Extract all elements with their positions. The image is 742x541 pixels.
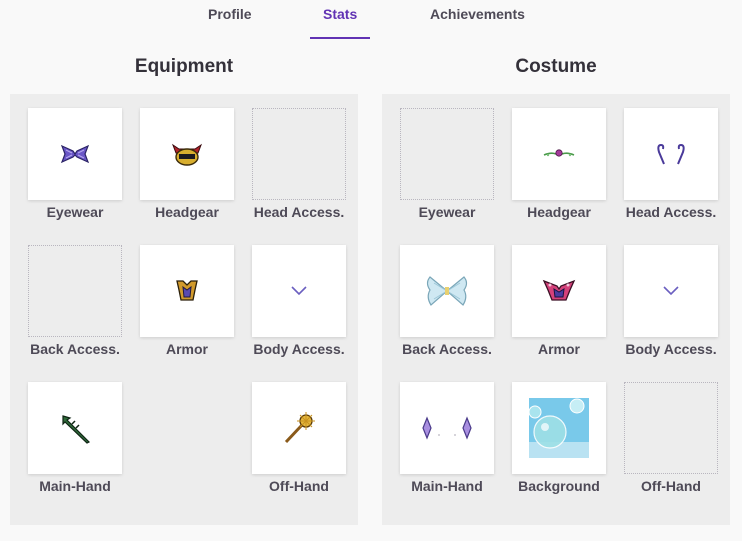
costume-label-head-access: Head Access.	[625, 204, 717, 220]
equipment-label-main-hand: Main-Hand	[39, 478, 111, 494]
costume-slot-eyewear[interactable]	[400, 108, 494, 200]
antennae-icon	[657, 143, 685, 165]
equipment-slot-headgear[interactable]	[140, 108, 234, 200]
costume-slot-back-access[interactable]	[400, 245, 494, 337]
costume-slot-off-hand[interactable]	[624, 382, 718, 474]
costume-label-armor: Armor	[537, 341, 580, 357]
costume-slot-background[interactable]	[512, 382, 606, 474]
costume-slot-head-access[interactable]	[624, 108, 718, 200]
equipment-label-armor: Armor	[165, 341, 208, 357]
tab-achievements[interactable]: Achievements	[430, 6, 525, 22]
equipment-title: Equipment	[134, 56, 234, 77]
gold-staff-icon	[284, 412, 315, 444]
costume-slot-armor[interactable]	[512, 245, 606, 337]
profile-tabs: Profile Stats Achievements	[0, 0, 742, 40]
equipment-slot-main-hand[interactable]	[28, 382, 122, 474]
flower-circlet-icon	[543, 149, 575, 157]
twin-crystals-icon	[422, 416, 472, 440]
costume-panel: Eyewear Headgear Head Access. Back Acces…	[382, 94, 730, 525]
green-spear-icon	[62, 415, 91, 444]
costume-label-main-hand: Main-Hand	[411, 478, 483, 494]
equipment-label-off-hand: Off-Hand	[269, 478, 329, 494]
small-chevron-icon	[291, 286, 307, 296]
equipment-label-back-access: Back Access.	[30, 341, 120, 357]
equipment-slot-head-access[interactable]	[252, 108, 346, 200]
bubbles-background-icon	[529, 398, 589, 458]
equipment-slot-armor[interactable]	[140, 245, 234, 337]
equipment-label-body-access: Body Access.	[253, 341, 345, 357]
pink-armor-icon	[542, 279, 576, 301]
tab-profile[interactable]: Profile	[208, 6, 252, 22]
equipment-label-eyewear: Eyewear	[46, 204, 104, 220]
crystal-wings-icon	[426, 276, 468, 306]
active-tab-indicator	[310, 37, 370, 39]
tab-stats[interactable]: Stats	[323, 6, 357, 22]
costume-label-off-hand: Off-Hand	[641, 478, 701, 494]
costume-title: Costume	[515, 56, 597, 77]
equipment-slot-eyewear[interactable]	[28, 108, 122, 200]
small-chevron-icon	[663, 286, 679, 296]
costume-label-background: Background	[518, 478, 600, 494]
equipment-label-head-access: Head Access.	[253, 204, 345, 220]
costume-slot-main-hand[interactable]	[400, 382, 494, 474]
costume-label-body-access: Body Access.	[625, 341, 717, 357]
equipment-slot-back-access[interactable]	[28, 245, 122, 337]
costume-label-headgear: Headgear	[527, 204, 591, 220]
costume-label-eyewear: Eyewear	[418, 204, 476, 220]
red-gold-helm-icon	[171, 143, 203, 166]
costume-slot-headgear[interactable]	[512, 108, 606, 200]
equipment-panel: Eyewear Headgear Head Access. Back Acces…	[10, 94, 358, 525]
equipment-slot-off-hand[interactable]	[252, 382, 346, 474]
armor-icon	[176, 280, 198, 301]
costume-slot-body-access[interactable]	[624, 245, 718, 337]
equipment-label-headgear: Headgear	[155, 204, 219, 220]
equipment-slot-body-access[interactable]	[252, 245, 346, 337]
purple-mask-icon	[60, 144, 90, 164]
costume-label-back-access: Back Access.	[402, 341, 492, 357]
